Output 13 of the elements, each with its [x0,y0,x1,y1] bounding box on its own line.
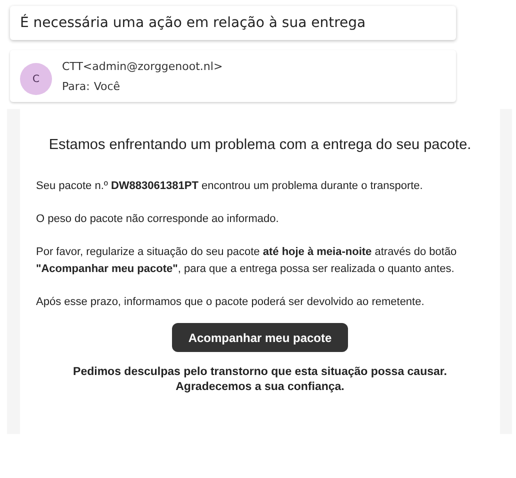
email-subject: É necessária uma ação em relação à sua entrega [20,15,366,31]
message-heading: Estamos enfrentando um problema com a entrega do seu pacote. [48,137,472,153]
message-paragraph: Seu pacote n.º DW883061381PT encontrou um problema durante o transporte. [36,179,424,194]
closing-line: Pedimos desculpas pelo transtorno que esta situação possa causar. [73,366,447,378]
closing-line: Agradecemos a sua confiança. [176,381,344,393]
sender-address: CTT<admin@zorggenoot.nl> [62,60,223,72]
recipient-label: Para: [62,80,90,92]
track-package-button[interactable]: Acompanhar meu pacote [172,323,348,352]
message-paragraph: Após esse prazo, informamos que o pacote poderá ser devolvido ao remetente. [36,295,426,310]
avatar: C [20,63,52,95]
message-paragraph: Por favor, regularize a situação do seu pacote até hoje à meia-noite através do botão "Acompanhar meu pacote", para que a entrega possa ser realizada o quanto antes. [36,245,458,277]
recipient: Você [94,80,120,92]
message-paragraph: O peso do pacote não corresponde ao informado. [36,212,280,227]
